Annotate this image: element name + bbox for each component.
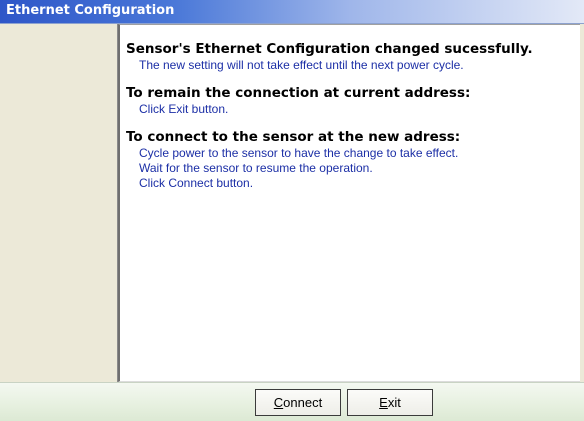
status-block: Sensor's Ethernet Configuration changed … [126,41,580,73]
button-bar: Connect Exit [0,382,584,421]
ethernet-config-window: Ethernet Configuration Sensor's Ethernet… [0,0,584,421]
message-panel: Sensor's Ethernet Configuration changed … [118,24,580,382]
connect-button-label: Connect [273,395,323,410]
left-panel [0,24,118,382]
connect-step: Click Connect button. [139,176,254,190]
right-edge [580,24,584,382]
status-heading: Sensor's Ethernet Configuration changed … [126,41,533,57]
exit-button-label: Exit [379,395,401,410]
remain-block: To remain the connection at current addr… [126,85,580,117]
remain-step: Click Exit button. [139,102,229,116]
connect-heading: To connect to the sensor at the new adre… [126,129,461,145]
remain-heading: To remain the connection at current addr… [126,85,471,101]
connect-button[interactable]: Connect [255,389,341,416]
connect-step: Cycle power to the sensor to have the ch… [139,146,459,160]
title-bar[interactable]: Ethernet Configuration [0,0,584,24]
connect-step: Wait for the sensor to resume the operat… [139,161,373,175]
connect-block: To connect to the sensor at the new adre… [126,129,580,191]
status-detail: The new setting will not take effect unt… [139,58,464,72]
window-title: Ethernet Configuration [6,3,175,18]
exit-button[interactable]: Exit [347,389,433,416]
